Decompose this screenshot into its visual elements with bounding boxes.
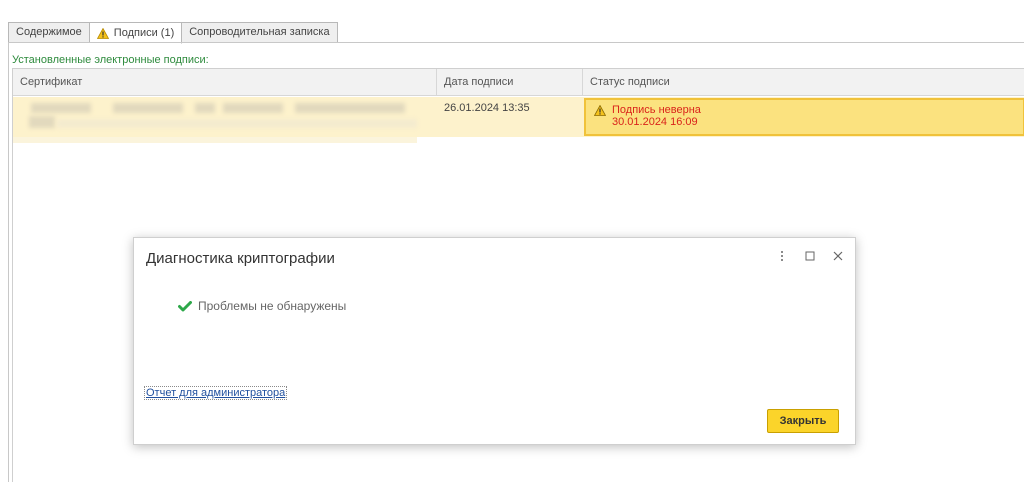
dialog-controls [775, 249, 845, 263]
status-label: Подпись неверна [612, 104, 701, 116]
page: Содержимое Подписи (1) Сопроводительная … [0, 0, 1024, 482]
sign-date-cell: 26.01.2024 13:35 [444, 102, 530, 114]
tab-bar: Содержимое Подписи (1) Сопроводительная … [8, 22, 338, 44]
row-blur-tail [13, 137, 417, 143]
tab-signatures[interactable]: Подписи (1) [89, 22, 183, 44]
close-icon[interactable] [831, 249, 845, 263]
column-header-sign-date[interactable]: Дата подписи [437, 69, 583, 96]
warning-icon [594, 105, 606, 116]
table-row[interactable]: 26.01.2024 13:35 Подпись неверна 30.01.2… [13, 97, 1024, 137]
close-button[interactable]: Закрыть [767, 409, 839, 433]
tab-label: Подписи (1) [113, 26, 175, 39]
table-header: Сертификат Дата подписи Статус подписи [13, 69, 1024, 96]
column-header-sign-status[interactable]: Статус подписи [583, 69, 1024, 96]
certificate-cell-redacted [13, 97, 437, 137]
tab-contents[interactable]: Содержимое [8, 22, 90, 43]
sign-status-cell: Подпись неверна 30.01.2024 16:09 [584, 98, 1024, 136]
diagnostic-message: Проблемы не обнаружены [198, 299, 347, 313]
tab-label: Сопроводительная записка [189, 26, 330, 38]
column-header-certificate[interactable]: Сертификат [13, 69, 437, 96]
admin-report-link[interactable]: Отчет для администратора [144, 386, 288, 400]
tab-cover-note[interactable]: Сопроводительная записка [182, 22, 338, 43]
more-icon[interactable] [775, 249, 789, 263]
checkmark-icon [178, 300, 192, 311]
warning-icon [96, 27, 109, 39]
tab-label: Содержимое [16, 26, 82, 38]
status-text: Подпись неверна 30.01.2024 16:09 [612, 104, 701, 134]
dialog-title: Диагностика криптографии [146, 250, 335, 267]
diagnostic-result: Проблемы не обнаружены [178, 299, 346, 313]
crypto-diagnostics-dialog: Диагностика криптографии Проблемы не обн… [133, 237, 856, 445]
maximize-icon[interactable] [803, 249, 817, 263]
section-label: Установленные электронные подписи: [12, 54, 209, 66]
status-date: 30.01.2024 16:09 [612, 116, 698, 128]
